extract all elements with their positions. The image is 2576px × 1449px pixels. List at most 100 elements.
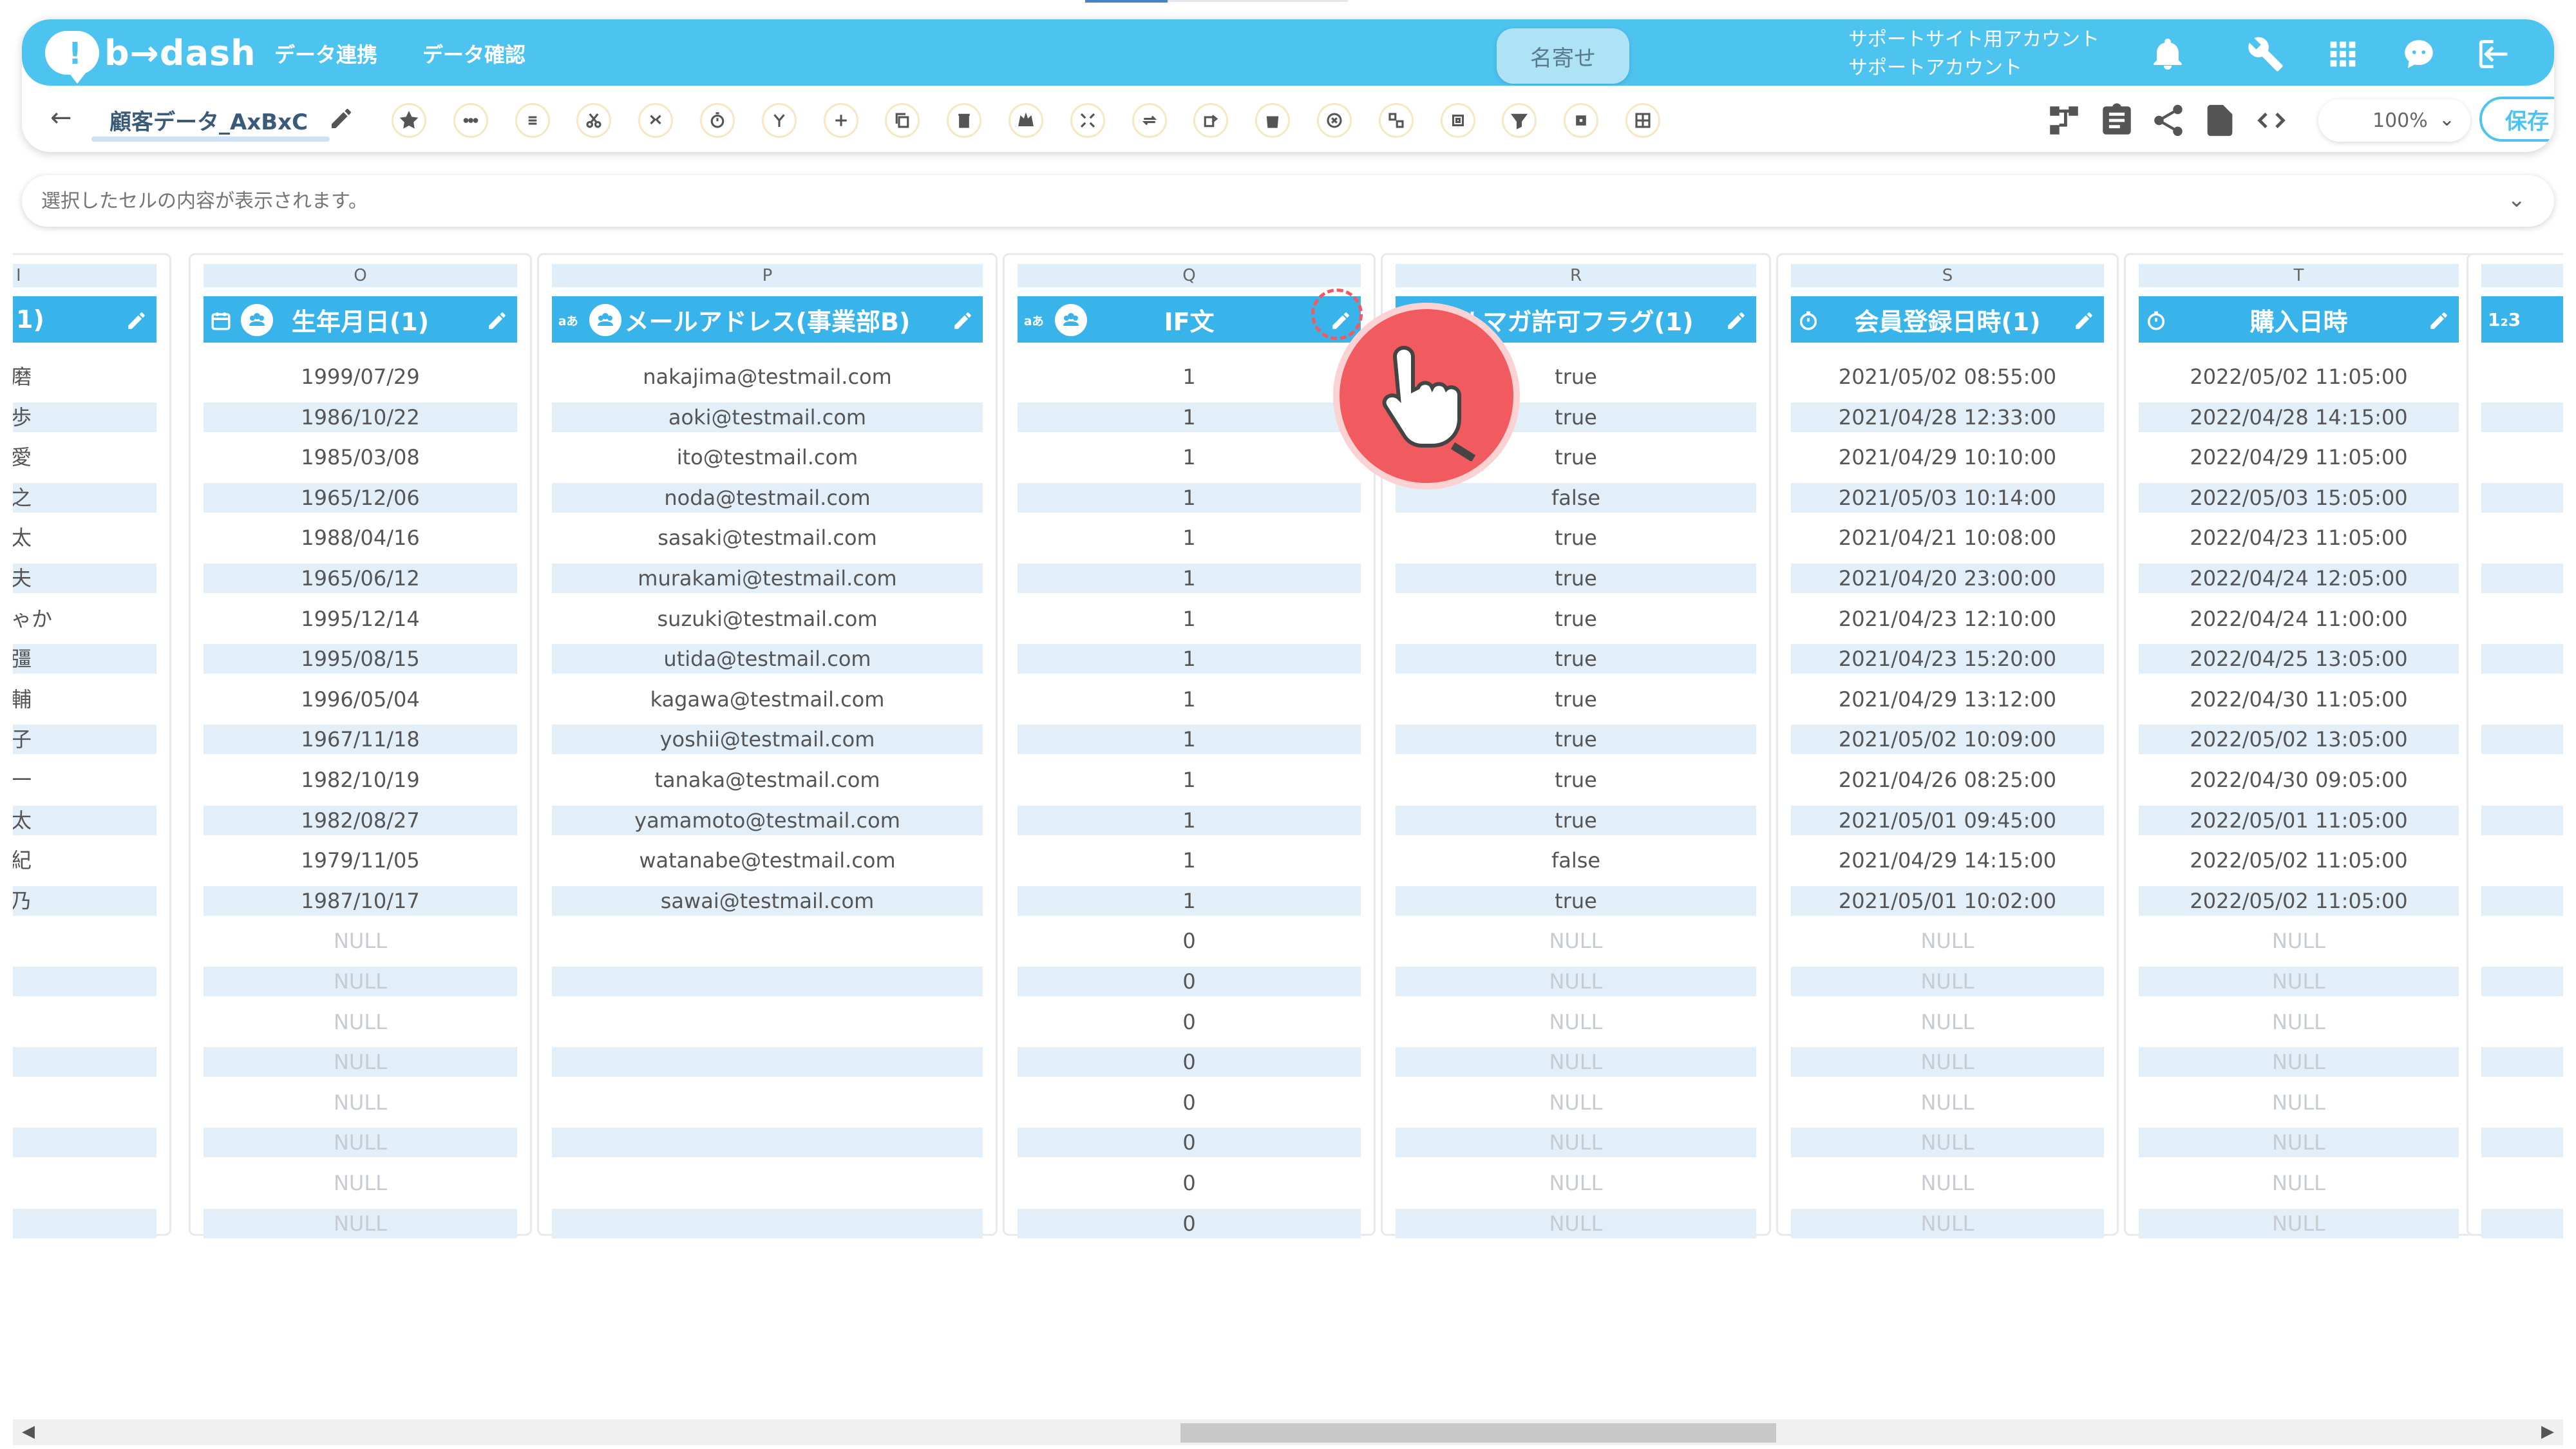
table-cell[interactable]: 2021/04/29 13:12:00	[1791, 685, 2104, 714]
table-cell[interactable]	[2481, 805, 2563, 835]
table-cell[interactable]: true	[1396, 724, 1756, 755]
table-cell[interactable]: 2022/04/30 09:05:00	[2139, 765, 2459, 795]
column-header[interactable]: 1₂3	[2481, 296, 2563, 343]
horizontal-scrollbar[interactable]: ◀ ▶	[13, 1419, 2563, 1445]
table-cell[interactable]: 子	[13, 724, 156, 755]
code-icon[interactable]	[2253, 102, 2290, 139]
table-cell[interactable]: 0	[1018, 1208, 1361, 1238]
save-button[interactable]: 保存	[2479, 97, 2554, 142]
table-cell[interactable]: 2021/04/28 12:33:00	[1791, 402, 2104, 432]
table-cell[interactable]	[2481, 1128, 2563, 1158]
scroll-left-arrow-icon[interactable]: ◀	[22, 1422, 35, 1441]
account-info[interactable]: サポートサイト用アカウント サポートアカウント	[1848, 26, 2099, 82]
toolbar-dots-button[interactable]	[453, 103, 488, 138]
table-cell[interactable]: 1982/10/19	[204, 765, 517, 795]
table-cell[interactable]: 1	[1018, 805, 1361, 835]
table-cell[interactable]: true	[1396, 564, 1756, 593]
table-cell[interactable]: NULL	[1791, 1007, 2104, 1037]
name-matching-button[interactable]: 名寄せ	[1497, 28, 1629, 84]
column-letter[interactable]: S	[1791, 264, 2104, 287]
table-cell[interactable]	[2481, 523, 2563, 553]
table-cell[interactable]: 1	[1018, 604, 1361, 634]
zoom-select[interactable]: 100% ⌄	[2318, 99, 2470, 142]
table-cell[interactable]: NULL	[1396, 1007, 1756, 1037]
cell-content-display[interactable]: ⌄	[22, 175, 2554, 227]
table-cell[interactable]: 0	[1018, 1088, 1361, 1117]
share-icon[interactable]	[2150, 102, 2187, 139]
table-cell[interactable]: 1965/06/12	[204, 564, 517, 593]
table-cell[interactable]	[2481, 1047, 2563, 1077]
table-cell[interactable]: 1995/12/14	[204, 604, 517, 634]
table-cell[interactable]: true	[1396, 644, 1756, 674]
table-cell[interactable]: 愛	[13, 442, 156, 472]
table-cell[interactable]: 一	[13, 765, 156, 795]
table-cell[interactable]: suzuki@testmail.com	[552, 604, 983, 634]
toolbar-filter-button[interactable]	[1502, 103, 1537, 138]
table-cell[interactable]	[2481, 765, 2563, 795]
toolbar-scissors-button[interactable]	[576, 103, 612, 138]
scroll-right-arrow-icon[interactable]: ▶	[2541, 1422, 2554, 1441]
table-cell[interactable]: 2022/04/30 11:05:00	[2139, 685, 2459, 714]
table-cell[interactable]: 0	[1018, 926, 1361, 956]
column-letter[interactable]: R	[1396, 264, 1756, 287]
table-cell[interactable]	[2481, 402, 2563, 432]
table-cell[interactable]: tanaka@testmail.com	[552, 765, 983, 795]
table-cell[interactable]: 2021/04/29 10:10:00	[1791, 442, 2104, 472]
table-cell[interactable]: 1979/11/05	[204, 846, 517, 875]
table-cell[interactable]: 彊	[13, 644, 156, 674]
table-cell[interactable]	[2481, 1208, 2563, 1238]
table-cell[interactable]: 2022/05/02 13:05:00	[2139, 724, 2459, 755]
table-cell[interactable]: NULL	[1396, 1168, 1756, 1198]
toolbar-bag-button[interactable]	[1255, 103, 1291, 138]
table-cell[interactable]: true	[1396, 685, 1756, 714]
table-cell[interactable]: 0	[1018, 1007, 1361, 1037]
support-chat-icon[interactable]	[2398, 33, 2439, 75]
table-cell[interactable]	[552, 967, 983, 996]
table-cell[interactable]: 2022/05/02 11:05:00	[2139, 886, 2459, 916]
table-cell[interactable]	[13, 1088, 156, 1117]
table-cell[interactable]: ゃか	[13, 604, 156, 634]
table-cell[interactable]: NULL	[1791, 1047, 2104, 1077]
table-cell[interactable]: NULL	[204, 1007, 517, 1037]
table-cell[interactable]: NULL	[1791, 967, 2104, 996]
table-cell[interactable]: 之	[13, 482, 156, 513]
table-cell[interactable]	[2481, 1088, 2563, 1117]
table-cell[interactable]: 1	[1018, 564, 1361, 593]
toolbar-calendar-sum-button[interactable]	[1193, 103, 1229, 138]
table-tab-name[interactable]: 顧客データ_AxBxC	[109, 104, 308, 136]
table-cell[interactable]: NULL	[1791, 926, 2104, 956]
table-cell[interactable]	[2481, 926, 2563, 956]
table-cell[interactable]: 0	[1018, 1047, 1361, 1077]
table-cell[interactable]: aoki@testmail.com	[552, 402, 983, 432]
table-cell[interactable]: true	[1396, 886, 1756, 916]
toolbar-list-button[interactable]	[515, 103, 550, 138]
toolbar-crown-button[interactable]	[1009, 103, 1043, 138]
toolbar-split-button[interactable]	[761, 103, 797, 138]
table-cell[interactable]: 乃	[13, 886, 156, 916]
table-cell[interactable]: 輔	[13, 685, 156, 714]
nav-data-integration[interactable]: データ連携	[274, 39, 377, 68]
table-cell[interactable]: 1985/03/08	[204, 442, 517, 472]
table-cell[interactable]: kagawa@testmail.com	[552, 685, 983, 714]
table-cell[interactable]: yamamoto@testmail.com	[552, 805, 983, 835]
table-cell[interactable]	[2481, 967, 2563, 996]
column-letter[interactable]: Q	[1018, 264, 1361, 287]
table-cell[interactable]	[13, 1047, 156, 1077]
table-cell[interactable]: 太	[13, 523, 156, 553]
table-cell[interactable]: 1995/08/15	[204, 644, 517, 674]
edit-column-pencil-icon[interactable]	[486, 309, 508, 331]
toolbar-loop-button[interactable]	[1132, 103, 1167, 138]
table-cell[interactable]	[2481, 886, 2563, 916]
table-cell[interactable]: NULL	[2139, 1208, 2459, 1238]
table-cell[interactable]: 2021/04/20 23:00:00	[1791, 564, 2104, 593]
table-cell[interactable]: 2022/05/02 11:05:00	[2139, 362, 2459, 392]
table-cell[interactable]: NULL	[204, 926, 517, 956]
table-cell[interactable]: true	[1396, 805, 1756, 835]
table-cell[interactable]: NULL	[2139, 1128, 2459, 1158]
table-cell[interactable]: 2021/05/02 08:55:00	[1791, 362, 2104, 392]
column-header[interactable]: aあ メールアドレス(事業部B)	[552, 296, 983, 343]
table-cell[interactable]	[2481, 604, 2563, 634]
table-cell[interactable]: utida@testmail.com	[552, 644, 983, 674]
table-cell[interactable]	[2481, 685, 2563, 714]
table-cell[interactable]: NULL	[1396, 967, 1756, 996]
